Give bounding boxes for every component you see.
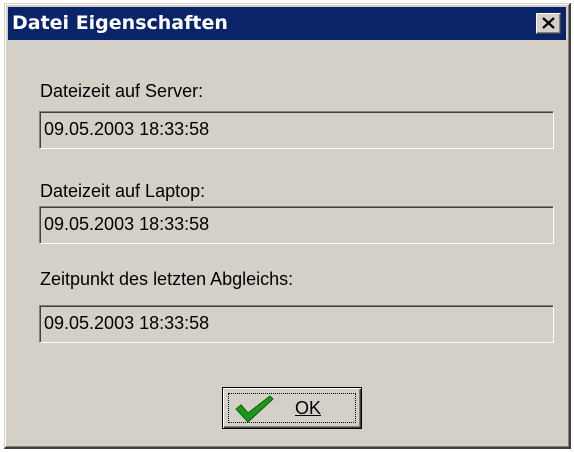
checkmark-icon <box>235 395 274 423</box>
ok-label: OK <box>295 398 322 418</box>
title-bar[interactable]: Datei Eigenschaften <box>8 7 566 40</box>
laptop-time-field[interactable]: 09.05.2003 18:33:58 <box>39 206 554 244</box>
dialog-title: Datei Eigenschaften <box>12 12 228 34</box>
server-time-label: Dateizeit auf Server: <box>40 81 204 101</box>
server-time-field[interactable]: 09.05.2003 18:33:58 <box>39 111 554 149</box>
ok-button[interactable]: OK <box>222 387 362 429</box>
close-button[interactable] <box>536 13 561 34</box>
file-properties-dialog: Datei Eigenschaften Dateizeit auf Server… <box>4 3 571 449</box>
last-sync-field[interactable]: 09.05.2003 18:33:58 <box>39 305 554 343</box>
close-icon <box>542 17 555 29</box>
laptop-time-label: Dateizeit auf Laptop: <box>40 181 206 201</box>
last-sync-label: Zeitpunkt des letzten Abgleichs: <box>40 269 294 289</box>
